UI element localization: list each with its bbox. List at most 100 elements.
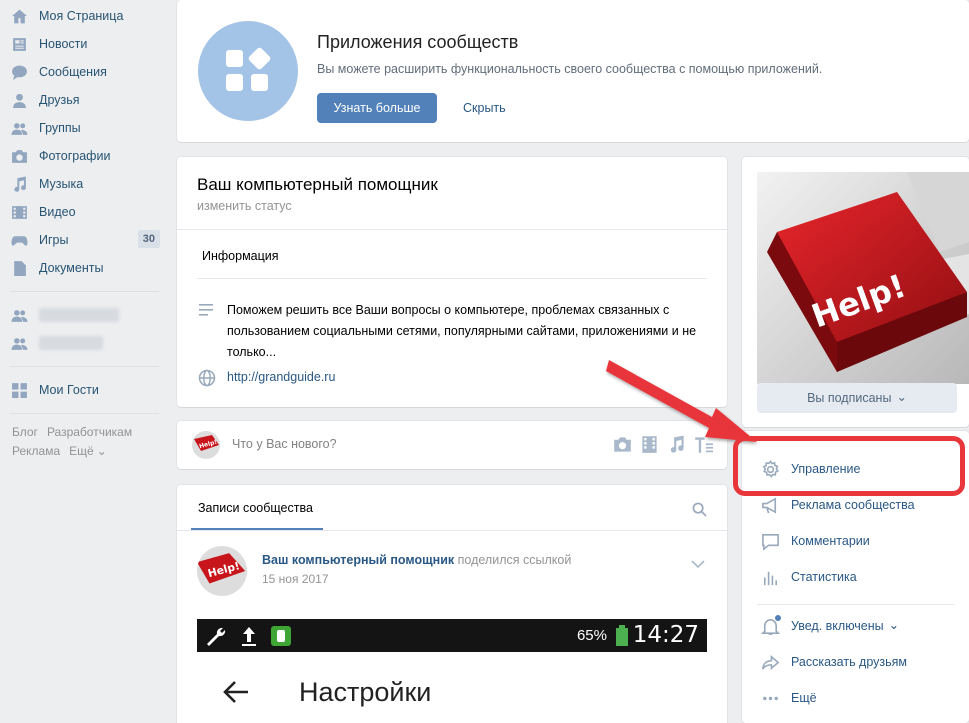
blurred-label <box>39 308 119 322</box>
action-statistics[interactable]: Статистика <box>760 567 857 587</box>
blurred-label <box>39 336 103 350</box>
groups-icon <box>10 334 28 352</box>
community-photo[interactable]: Help! <box>757 172 969 384</box>
chevron-down-icon[interactable] <box>691 557 705 572</box>
action-label: Комментарии <box>791 534 870 548</box>
android-app-icon <box>271 625 291 646</box>
attachment-icons <box>613 435 713 454</box>
action-label: Рассказать друзьям <box>791 655 908 669</box>
nav-item-group-hidden-2[interactable] <box>0 329 165 357</box>
bell-icon <box>760 615 781 636</box>
grid-icon <box>10 381 28 399</box>
new-post-box: Help! Что у Вас нового? <box>177 421 727 469</box>
gear-icon <box>760 459 780 479</box>
post-author-name[interactable]: Ваш компьютерный помощник <box>262 553 454 567</box>
nav-item-group-hidden-1[interactable] <box>0 301 165 329</box>
nav-separator <box>10 291 159 292</box>
active-tab-indicator <box>191 528 323 530</box>
footer-more-label: Ещё <box>69 444 94 458</box>
nav-item-label: Новости <box>39 37 88 51</box>
hide-button[interactable]: Скрыть <box>447 93 522 123</box>
nav-item-label: Сообщения <box>39 65 107 79</box>
banner-description: Вы можете расширить функциональность сво… <box>317 62 823 76</box>
action-notifications[interactable]: Увед. включены ⌄ <box>760 615 900 636</box>
tab-community-posts[interactable]: Записи сообщества <box>198 501 313 515</box>
search-icon[interactable] <box>692 502 707 520</box>
nav-item-groups[interactable]: Группы <box>0 114 165 142</box>
nav-item-label: Моя Страница <box>39 9 124 23</box>
nav-item-label: Мои Гости <box>39 383 99 397</box>
battery-icon <box>616 625 628 646</box>
action-tell-friends[interactable]: Рассказать друзьям <box>760 652 907 672</box>
back-arrow-icon <box>223 681 249 706</box>
battery-percent: 65% <box>576 627 607 644</box>
divider <box>757 604 954 605</box>
nav-item-messages[interactable]: Сообщения <box>0 58 165 86</box>
messages-icon <box>10 63 28 81</box>
community-description: Поможем решить все Ваши вопросы о компью… <box>227 303 697 359</box>
post-header: Ваш компьютерный помощник поделился ссыл… <box>262 553 571 567</box>
action-manage[interactable]: Управление <box>760 459 861 479</box>
action-label: Реклама сообщества <box>791 498 915 512</box>
video-icon <box>10 203 28 221</box>
learn-more-button[interactable]: Узнать больше <box>317 93 437 123</box>
change-status-link[interactable]: изменить статус <box>197 199 292 213</box>
action-label: Статистика <box>791 570 857 584</box>
community-avatar: Help! <box>192 431 220 459</box>
nav-item-my-page[interactable]: Моя Страница <box>0 2 165 30</box>
apps-logo-icon <box>198 21 298 121</box>
community-apps-banner: Приложения сообществ Вы можете расширить… <box>177 0 969 142</box>
action-more[interactable]: Ещё <box>760 688 817 708</box>
share-icon <box>760 652 780 672</box>
chevron-down-icon: ⌄ <box>888 617 900 632</box>
post-date[interactable]: 15 ноя 2017 <box>262 572 329 586</box>
nav-item-music[interactable]: Музыка <box>0 170 165 198</box>
divider <box>177 530 727 531</box>
shared-link-preview[interactable]: 65% 14:27 Настройки <box>197 619 707 723</box>
description-icon <box>199 303 215 320</box>
settings-title: Настройки <box>299 677 432 707</box>
groups-icon <box>10 119 28 137</box>
friends-icon <box>10 91 28 109</box>
news-icon <box>10 35 28 53</box>
footer-link-developers[interactable]: Разработчикам <box>47 425 132 439</box>
post-author-avatar[interactable]: Help! <box>197 546 247 596</box>
camera-icon[interactable] <box>613 435 632 454</box>
footer-link-ads[interactable]: Реклама <box>12 444 60 458</box>
home-icon <box>10 7 28 25</box>
groups-icon <box>10 306 28 324</box>
community-wall: Записи сообщества Help! Ваш компьютерный… <box>177 485 727 723</box>
stats-icon <box>760 567 780 587</box>
nav-separator <box>10 413 159 414</box>
nav-item-news[interactable]: Новости <box>0 30 165 58</box>
nav-item-photos[interactable]: Фотографии <box>0 142 165 170</box>
nav-item-label: Документы <box>39 261 104 275</box>
website-link[interactable]: http://grandguide.ru <box>227 370 335 384</box>
music-icon[interactable] <box>667 435 686 454</box>
action-label: Управление <box>791 462 861 476</box>
community-info-card: Ваш компьютерный помощник изменить стату… <box>177 157 727 407</box>
new-post-input[interactable]: Что у Вас нового? <box>232 437 337 451</box>
tab-information[interactable]: Информация <box>202 249 279 263</box>
footer-link-blog[interactable]: Блог <box>12 425 38 439</box>
text-format-icon[interactable] <box>694 435 713 454</box>
camera-icon <box>10 147 28 165</box>
nav-item-friends[interactable]: Друзья <box>0 86 165 114</box>
nav-item-video[interactable]: Видео <box>0 198 165 226</box>
action-community-ads[interactable]: Реклама сообщества <box>760 495 915 515</box>
document-icon <box>10 259 28 277</box>
post-action: поделился ссылкой <box>457 553 572 567</box>
community-name: Ваш компьютерный помощник <box>197 175 438 194</box>
footer-link-more[interactable]: Ещё ⌄ <box>69 444 116 458</box>
nav-footer: Блог Разработчикам Реклама Ещё ⌄ <box>0 423 165 461</box>
video-icon[interactable] <box>640 435 659 454</box>
notification-dot <box>775 615 781 621</box>
wrench-icon <box>207 627 226 646</box>
banner-title: Приложения сообществ <box>317 32 519 52</box>
nav-item-games[interactable]: Игры 30 <box>0 226 165 254</box>
subscribed-button[interactable]: Вы подписаны ⌄ <box>757 383 957 413</box>
nav-item-my-guests[interactable]: Мои Гости <box>0 376 165 404</box>
action-comments[interactable]: Комментарии <box>760 531 870 551</box>
nav-item-documents[interactable]: Документы <box>0 254 165 282</box>
phone-status-bar: 65% 14:27 <box>197 619 707 652</box>
